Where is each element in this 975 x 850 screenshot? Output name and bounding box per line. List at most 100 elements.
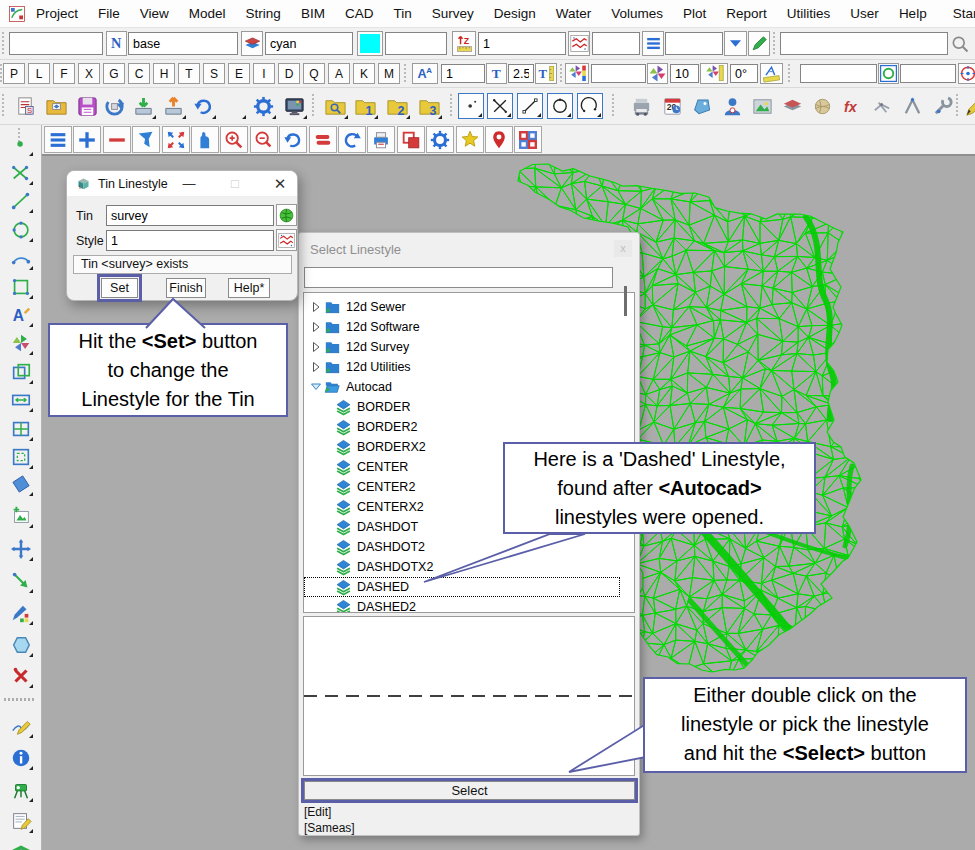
left-arrow-icon[interactable] xyxy=(8,568,34,594)
snap-C[interactable]: C xyxy=(128,63,150,84)
menu-item-volumes[interactable]: Volumes xyxy=(601,0,673,28)
tree-scrollbar[interactable] xyxy=(624,286,627,316)
tree-item-12d-survey[interactable]: 12d Survey xyxy=(304,337,634,357)
left-pen-colors-icon[interactable] xyxy=(8,600,34,626)
set-button[interactable]: Set xyxy=(101,278,138,298)
view-zoom-in-icon[interactable] xyxy=(220,126,248,153)
snap-X[interactable]: X xyxy=(78,63,100,84)
tools-icon[interactable] xyxy=(929,93,956,120)
expanded-arrow-icon[interactable] xyxy=(310,381,322,396)
left-pinwheel-icon[interactable] xyxy=(8,330,34,356)
export-icon[interactable] xyxy=(160,93,187,120)
tree-item-12d-sewer[interactable]: 12d Sewer xyxy=(304,297,634,317)
close-icon[interactable]: ✕ xyxy=(270,175,290,193)
left-text-icon[interactable]: A xyxy=(8,302,34,328)
colour-swatch[interactable] xyxy=(357,31,383,56)
filter2-input[interactable] xyxy=(900,64,956,83)
toolbar-grip[interactable] xyxy=(2,32,7,56)
menu-item-help[interactable]: Help xyxy=(889,0,937,28)
open-project-icon[interactable] xyxy=(43,93,70,120)
left-copy-icon[interactable] xyxy=(8,359,34,385)
textheight-button[interactable]: T xyxy=(486,63,507,84)
tin-surface-icon[interactable] xyxy=(779,93,806,120)
left-dashed-square-icon[interactable] xyxy=(8,444,34,470)
view-star-icon[interactable] xyxy=(456,126,484,153)
tree-item-12d-utilities[interactable]: 12d Utilities xyxy=(304,357,634,377)
screen-icon[interactable] xyxy=(281,93,308,120)
strings-icon[interactable] xyxy=(809,93,836,120)
angle-input[interactable] xyxy=(730,64,758,83)
calendar-icon[interactable]: 20 xyxy=(659,93,686,120)
cad-arc-icon[interactable] xyxy=(577,93,603,119)
edit-link[interactable]: [Edit] xyxy=(304,805,331,819)
snap-M[interactable]: M xyxy=(378,63,400,84)
snap-L[interactable]: L xyxy=(28,63,50,84)
symbol-size-input[interactable] xyxy=(670,64,699,83)
lines-picker-icon[interactable] xyxy=(642,31,664,56)
settings-icon[interactable] xyxy=(250,93,277,120)
toolbar-grip[interactable] xyxy=(773,32,778,56)
edit-pencil-icon[interactable] xyxy=(962,93,975,120)
menu-item-string[interactable]: String xyxy=(236,0,291,28)
snap-A[interactable]: A xyxy=(328,63,350,84)
redo-icon[interactable] xyxy=(220,93,247,120)
menu-item-tin[interactable]: Tin xyxy=(383,0,421,28)
tree-item-dashdotx2[interactable]: DASHDOTX2 xyxy=(304,557,634,577)
textsize-button[interactable]: AA xyxy=(412,63,438,84)
left-line-icon[interactable] xyxy=(8,188,34,214)
cad-point-icon[interactable] xyxy=(458,93,484,119)
z-input[interactable] xyxy=(478,32,566,55)
filter1-input[interactable] xyxy=(800,64,877,83)
collapsed-arrow-icon[interactable] xyxy=(310,341,322,356)
snap-F[interactable]: F xyxy=(53,63,75,84)
collapsed-arrow-icon[interactable] xyxy=(310,361,322,376)
menu-item-bim[interactable]: BIM xyxy=(291,0,335,28)
left-arc-icon[interactable] xyxy=(8,245,34,271)
draw-button[interactable] xyxy=(748,31,770,56)
view-minus-icon[interactable] xyxy=(103,126,131,153)
left-crossing-icon[interactable] xyxy=(8,160,34,186)
menu-item-project[interactable]: Project xyxy=(26,0,88,28)
view-copy-view-icon[interactable] xyxy=(397,126,425,153)
user-icon[interactable] xyxy=(719,93,746,120)
tree-item-autocad[interactable]: Autocad xyxy=(304,377,634,397)
breakline-icon[interactable] xyxy=(869,93,896,120)
help-button[interactable]: Help* xyxy=(228,278,270,298)
dropdown-button[interactable] xyxy=(724,31,747,56)
view-pan-icon[interactable] xyxy=(191,126,219,153)
left-image-plus-icon[interactable] xyxy=(8,503,34,529)
left-pencil-curve-icon[interactable] xyxy=(8,713,34,739)
toolbar-grip[interactable] xyxy=(2,94,7,118)
folder-search-icon[interactable] xyxy=(322,93,349,120)
tree-item-dashed2[interactable]: DASHED2 xyxy=(304,597,634,613)
model-picker-icon[interactable] xyxy=(241,31,263,56)
style-picker-icon[interactable] xyxy=(276,229,297,251)
folder-2-icon[interactable]: 2 xyxy=(384,93,411,120)
menu-item-file[interactable]: File xyxy=(88,0,130,28)
linestyle-search-input[interactable] xyxy=(304,267,613,288)
tree-item-dashed[interactable]: DASHED xyxy=(304,577,634,597)
menu-item-design[interactable]: Design xyxy=(484,0,546,28)
tag-icon[interactable] xyxy=(689,93,716,120)
snap-I[interactable]: I xyxy=(253,63,275,84)
save-icon[interactable] xyxy=(74,93,101,120)
snap-Q[interactable]: Q xyxy=(303,63,325,84)
restart-icon[interactable] xyxy=(101,93,128,120)
tree-item-12d-software[interactable]: 12d Software xyxy=(304,317,634,337)
undo-icon[interactable] xyxy=(190,93,217,120)
left-diamond-icon[interactable] xyxy=(8,471,34,497)
view-pin-icon[interactable] xyxy=(485,126,513,153)
model-input[interactable] xyxy=(128,32,238,55)
tree-item-border[interactable]: BORDER xyxy=(304,397,634,417)
left-square-icon[interactable] xyxy=(8,274,34,300)
view-modes-icon[interactable] xyxy=(309,126,337,153)
panel-close-icon[interactable]: x xyxy=(614,240,632,257)
sameas-link[interactable]: [Sameas] xyxy=(304,821,355,835)
dialog-titlebar[interactable]: t Tin Linestyle — □ ✕ xyxy=(67,171,297,197)
tin-picker-icon[interactable] xyxy=(276,204,297,226)
snap-G[interactable]: G xyxy=(103,63,125,84)
z-button[interactable]: Z xyxy=(452,31,476,56)
new-document-icon[interactable]: S xyxy=(12,93,39,120)
textsize-input[interactable] xyxy=(441,64,485,83)
tree-item-dashdot2[interactable]: DASHDOT2 xyxy=(304,537,634,557)
